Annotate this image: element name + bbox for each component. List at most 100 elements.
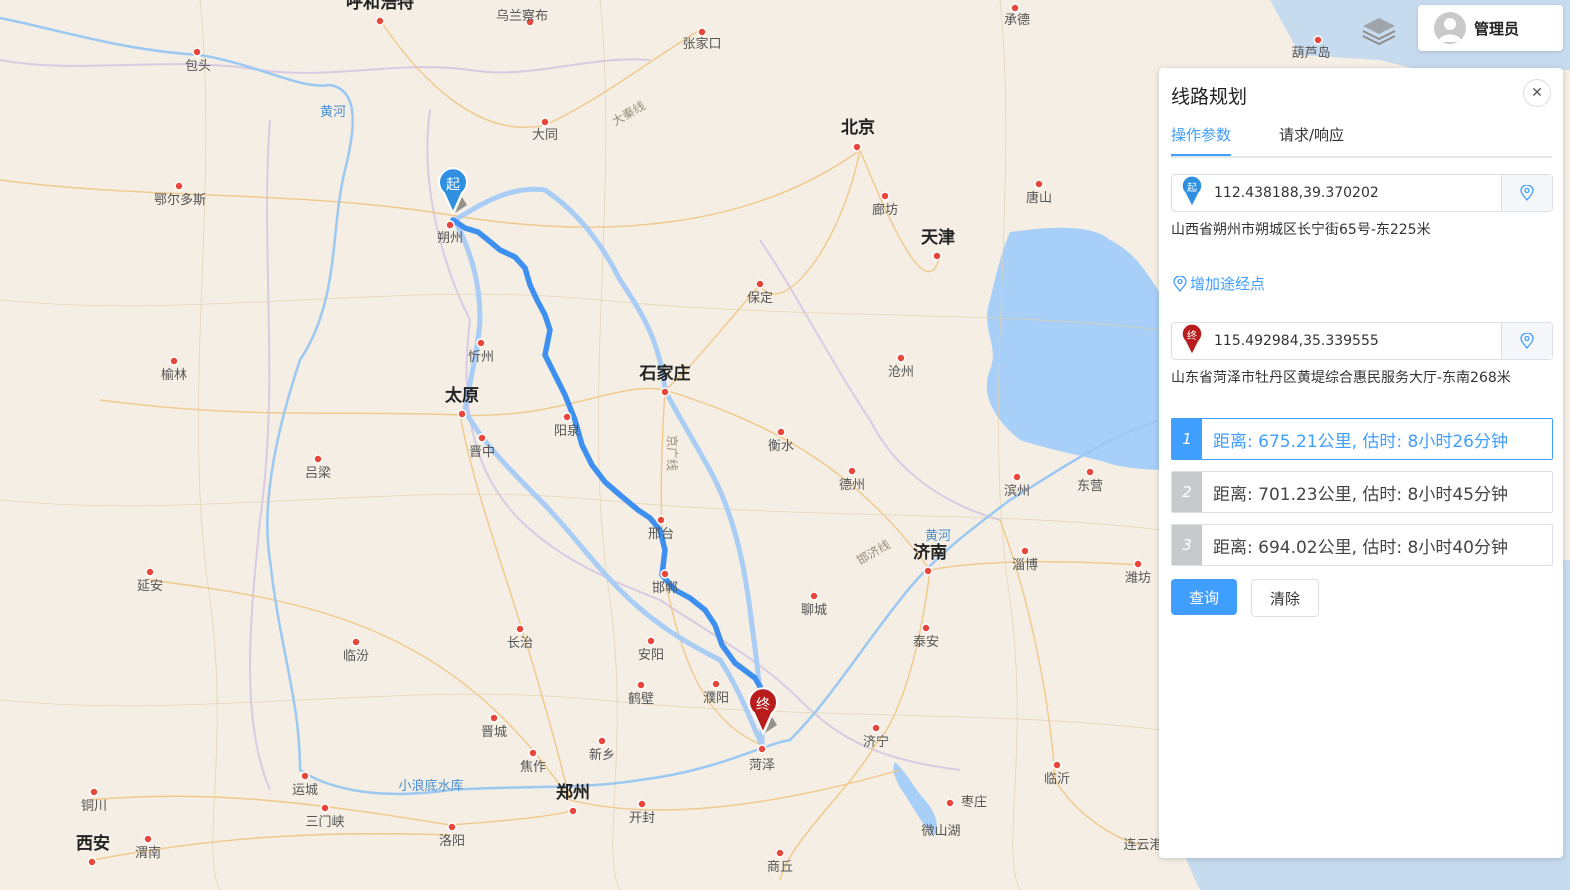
city-label: 运城 (292, 783, 318, 798)
city-dot (711, 679, 721, 689)
tab-request-response[interactable]: 请求/响应 (1279, 124, 1344, 154)
layers-icon[interactable] (1360, 14, 1398, 48)
route-index: 3 (1172, 525, 1202, 565)
location-pin-icon (1520, 333, 1534, 349)
city-dot (143, 834, 153, 844)
city-dot (476, 338, 486, 348)
city-dot (646, 636, 656, 646)
city-label-major: 天津 (921, 227, 955, 248)
city-dot (847, 466, 857, 476)
city-label: 三门峡 (305, 815, 344, 830)
city-label: 济宁 (863, 734, 889, 750)
city-dot (477, 433, 487, 443)
water-label: 黄河 (925, 529, 951, 544)
city-label: 鄂尔多斯 (154, 192, 206, 208)
city-label: 商丘 (767, 860, 793, 875)
svg-text:起: 起 (1187, 182, 1197, 194)
route-summary: 距离: 675.21公里, 估时: 8小时26分钟 (1213, 431, 1509, 452)
add-waypoint-link[interactable]: 增加途经点 (1173, 273, 1265, 294)
city-label: 晋城 (481, 725, 507, 740)
city-dot (540, 117, 550, 127)
query-button[interactable]: 查询 (1171, 579, 1237, 615)
city-label: 朔州 (437, 231, 463, 246)
city-label: 忻州 (468, 350, 494, 365)
city-dot (776, 427, 786, 437)
city-dot (89, 787, 99, 797)
close-button[interactable]: ✕ (1523, 79, 1551, 107)
location-pin-icon (1173, 275, 1187, 292)
city-label: 潍坊 (1125, 571, 1151, 586)
end-address: 山东省菏泽市牡丹区黄堤综合惠民服务大厅-东南268米 (1171, 370, 1511, 386)
city-label-major: 西安 (76, 833, 110, 854)
city-label: 大同 (532, 128, 558, 143)
city-label: 临沂 (1044, 772, 1070, 787)
city-dot (351, 637, 361, 647)
add-waypoint-label: 增加途经点 (1190, 275, 1266, 293)
city-label: 淄博 (1012, 558, 1038, 573)
city-dot (87, 857, 97, 867)
city-label: 乌兰察布 (496, 8, 548, 24)
end-coords-input[interactable] (1210, 326, 1501, 356)
city-label: 保定 (747, 291, 773, 306)
start-coords-input[interactable] (1210, 178, 1501, 208)
city-dot (445, 220, 455, 230)
start-pin-icon: 起 (1172, 175, 1210, 211)
city-dot (528, 748, 538, 758)
city-dot (1052, 760, 1062, 770)
start-marker-label: 起 (446, 177, 460, 193)
city-dot (515, 624, 525, 634)
location-pin-icon (1520, 185, 1534, 201)
end-pick-location-button[interactable] (1501, 323, 1552, 359)
city-dot (755, 279, 765, 289)
city-label: 张家口 (682, 36, 721, 52)
start-pick-location-button[interactable] (1501, 175, 1552, 211)
route-option-2[interactable]: 2 距离: 701.23公里, 估时: 8小时45分钟 (1171, 471, 1553, 513)
start-address: 山西省朔州市朔城区长宁街65号-东225米 (1171, 222, 1431, 238)
city-dot (880, 191, 890, 201)
clear-button[interactable]: 清除 (1251, 579, 1319, 617)
city-dot (375, 16, 385, 26)
city-label: 连云港 (1123, 837, 1162, 853)
route-index: 1 (1172, 419, 1202, 459)
end-pin-icon: 终 (1172, 323, 1210, 359)
city-dot (636, 680, 646, 690)
city-label: 沧州 (888, 364, 914, 380)
city-label: 枣庄 (961, 794, 987, 810)
city-dot (1085, 467, 1095, 477)
city-dot (852, 142, 862, 152)
route-option-3[interactable]: 3 距离: 694.02公里, 估时: 8小时40分钟 (1171, 524, 1553, 566)
route-index: 2 (1172, 472, 1202, 512)
city-dot (871, 723, 881, 733)
city-label: 濮阳 (703, 691, 729, 706)
city-label: 铜川 (81, 799, 107, 814)
city-label: 葫芦岛 (1291, 45, 1330, 61)
user-menu[interactable]: 管理员 (1418, 5, 1563, 51)
city-dot (809, 591, 819, 601)
city-label-major: 石家庄 (639, 363, 691, 384)
city-dot (174, 181, 184, 191)
city-label: 阳泉 (554, 423, 580, 439)
city-label: 临汾 (343, 649, 369, 664)
city-dot (1012, 472, 1022, 482)
city-label: 邢台 (648, 527, 674, 542)
tab-params[interactable]: 操作参数 (1171, 124, 1232, 156)
city-dot (1020, 546, 1030, 556)
city-label: 渭南 (135, 845, 161, 861)
city-dot (660, 387, 670, 397)
city-label: 聊城 (801, 603, 827, 618)
city-label: 洛阳 (439, 834, 465, 849)
route-option-1[interactable]: 1 距离: 675.21公里, 估时: 8小时26分钟 (1171, 418, 1553, 460)
city-label: 开封 (629, 811, 655, 826)
city-label: 衡水 (768, 439, 794, 454)
route-summary: 距离: 694.02公里, 估时: 8小时40分钟 (1213, 537, 1509, 558)
city-dot (597, 736, 607, 746)
city-dot (145, 567, 155, 577)
end-marker-label: 终 (756, 697, 770, 713)
city-dot (945, 798, 955, 808)
city-dot (921, 623, 931, 633)
city-label: 承德 (1004, 13, 1030, 28)
city-dot (489, 713, 499, 723)
city-dot (660, 569, 670, 579)
route-planning-panel: 线路规划 ✕ 操作参数 请求/响应 起 山西省朔州市朔城区长宁街65号-东225… (1159, 68, 1563, 858)
city-label-major: 郑州 (556, 782, 590, 803)
